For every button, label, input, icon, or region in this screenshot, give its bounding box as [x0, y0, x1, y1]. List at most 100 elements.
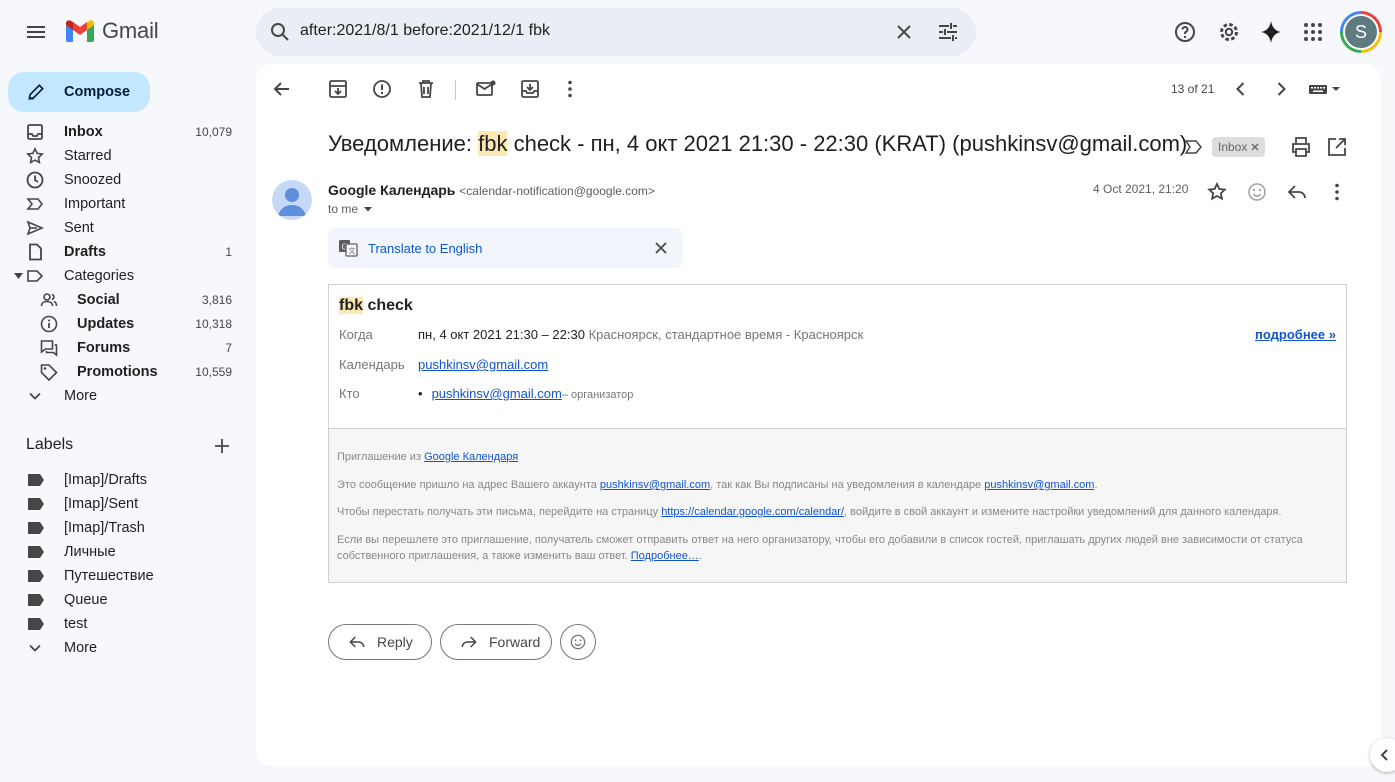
label-item[interactable]: [Imap]/Sent	[0, 492, 248, 516]
label-tag-icon	[28, 522, 44, 534]
sender-name[interactable]: Google Календарь	[328, 182, 455, 198]
close-icon[interactable]	[654, 241, 668, 255]
add-label-icon[interactable]	[212, 436, 232, 456]
label-name: [Imap]/Drafts	[64, 472, 147, 488]
who-list-item: • pushkinsv@gmail.com– организатор	[418, 386, 633, 401]
search-bar[interactable]: after:2021/8/1 before:2021/12/1 fbk	[256, 8, 976, 56]
label-item[interactable]: Queue	[0, 588, 248, 612]
search-icon[interactable]	[268, 20, 292, 44]
draft-icon	[26, 243, 44, 261]
account-link[interactable]: pushkinsv@gmail.com	[600, 479, 710, 491]
label-name: [Imap]/Sent	[64, 496, 139, 512]
google-calendar-link[interactable]: Google Календаря	[424, 451, 518, 463]
inbox-label-chip[interactable]: Inbox	[1212, 137, 1266, 157]
more-options-icon[interactable]	[558, 77, 582, 101]
mark-unread-icon[interactable]	[474, 77, 498, 101]
sidebar-item-important[interactable]: Important	[0, 192, 248, 216]
side-panel-toggle[interactable]	[1370, 738, 1395, 772]
delete-trash-icon[interactable]	[414, 77, 438, 101]
emoji-reaction-button[interactable]	[560, 624, 596, 660]
smiley-icon	[570, 634, 586, 650]
footer-unsubscribe-notice: Чтобы перестать получать эти письма, пер…	[337, 504, 1327, 520]
sidebar-item-sent[interactable]: Sent	[0, 216, 248, 240]
report-spam-icon[interactable]	[370, 77, 394, 101]
label-item[interactable]: [Imap]/Trash	[0, 516, 248, 540]
translate-link[interactable]: Translate to English	[368, 241, 482, 256]
sidebar-more[interactable]: More	[0, 384, 248, 408]
recipient-details[interactable]: to me	[328, 202, 374, 216]
sidebar-item-drafts[interactable]: Drafts 1	[0, 240, 248, 264]
newer-chevron-icon[interactable]	[1229, 77, 1253, 101]
remove-label-icon[interactable]	[1251, 143, 1259, 151]
sidebar-item-forums[interactable]: Forums 7	[0, 336, 248, 360]
label-item[interactable]: [Imap]/Drafts	[0, 468, 248, 492]
sidebar-item-label: Snoozed	[64, 172, 122, 188]
open-new-window-icon[interactable]	[1325, 135, 1349, 159]
sidebar-item-label: Inbox	[64, 124, 103, 140]
sidebar-item-categories[interactable]: Categories	[0, 264, 248, 288]
gemini-sparkle-icon[interactable]	[1259, 12, 1283, 52]
reply-button[interactable]: Reply	[328, 624, 432, 660]
search-input[interactable]: after:2021/8/1 before:2021/12/1 fbk	[300, 22, 550, 40]
bullet: •	[418, 386, 423, 401]
recipient-text: to me	[328, 202, 359, 216]
move-to-icon[interactable]	[518, 77, 542, 101]
label-item[interactable]: test	[0, 612, 248, 636]
footer-text: Если вы перешлете это приглашение, получ…	[337, 534, 1303, 562]
learn-more-link[interactable]: Подробнее…	[631, 550, 699, 562]
sidebar-item-label: Social	[77, 292, 120, 308]
organizer-link[interactable]: pushkinsv@gmail.com	[432, 386, 562, 401]
sidebar-item-promotions[interactable]: Promotions 10,559	[0, 360, 248, 384]
footer-text: .	[698, 550, 702, 562]
archive-icon[interactable]	[326, 77, 350, 101]
when-label: Когда	[339, 327, 373, 342]
label-name: [Imap]/Trash	[64, 520, 145, 536]
calendar-account-link[interactable]: pushkinsv@gmail.com	[984, 479, 1094, 491]
importance-marker-icon[interactable]	[1184, 139, 1204, 155]
labels-more[interactable]: More	[0, 636, 248, 660]
labels-heading: Labels	[26, 436, 74, 453]
settings-gear-icon[interactable]	[1217, 12, 1241, 52]
chevron-down-icon	[26, 387, 44, 405]
tag-icon	[40, 363, 58, 381]
chevron-down-icon	[26, 639, 44, 657]
clear-search-icon[interactable]	[892, 20, 916, 44]
reply-icon[interactable]	[1285, 180, 1309, 204]
top-bar: Gmail after:2021/8/1 before:2021/12/1 fb…	[0, 0, 1395, 64]
sidebar-item-updates[interactable]: Updates 10,318	[0, 312, 248, 336]
more-details-link[interactable]: подробнее »	[1255, 327, 1336, 342]
sidebar-item-snoozed[interactable]: Snoozed	[0, 168, 248, 192]
calendar-invite-card: fbk check Когда пн, 4 окт 2021 21:30 – 2…	[328, 284, 1347, 583]
main-menu-icon[interactable]	[16, 12, 56, 52]
sidebar-item-starred[interactable]: Starred	[0, 144, 248, 168]
translate-icon: G文	[338, 238, 358, 258]
people-icon	[40, 291, 58, 309]
caret-down-icon[interactable]	[362, 203, 374, 215]
print-icon[interactable]	[1289, 135, 1313, 159]
label-item[interactable]: Путешествие	[0, 564, 248, 588]
search-options-icon[interactable]	[936, 20, 960, 44]
gmail-logo[interactable]: Gmail	[64, 18, 159, 44]
keyboard-input-icon[interactable]	[1307, 77, 1343, 101]
unread-count: 10,318	[195, 317, 232, 331]
help-icon[interactable]	[1173, 12, 1197, 52]
sender-avatar[interactable]	[272, 180, 312, 220]
add-reaction-icon[interactable]	[1245, 180, 1269, 204]
older-chevron-icon[interactable]	[1269, 77, 1293, 101]
star-icon[interactable]	[1205, 180, 1229, 204]
expand-arrow-icon[interactable]	[14, 272, 23, 280]
back-arrow-icon[interactable]	[270, 77, 294, 101]
calendar-url-link[interactable]: https://calendar.google.com/calendar/	[661, 506, 844, 518]
sidebar-item-label: Starred	[64, 148, 112, 164]
compose-button[interactable]: Compose	[8, 72, 150, 112]
apps-grid-icon[interactable]	[1301, 12, 1325, 52]
forward-button[interactable]: Forward	[440, 624, 552, 660]
account-avatar[interactable]: S	[1340, 11, 1382, 53]
calendar-link[interactable]: pushkinsv@gmail.com	[418, 357, 548, 372]
sidebar-item-social[interactable]: Social 3,816	[0, 288, 248, 312]
sidebar-item-inbox[interactable]: Inbox 10,079	[0, 120, 248, 144]
label-item[interactable]: Личные	[0, 540, 248, 564]
invite-footer: Приглашение из Google Календаря Это сооб…	[329, 428, 1346, 582]
message-more-icon[interactable]	[1325, 180, 1349, 204]
footer-text: .	[1094, 479, 1098, 491]
